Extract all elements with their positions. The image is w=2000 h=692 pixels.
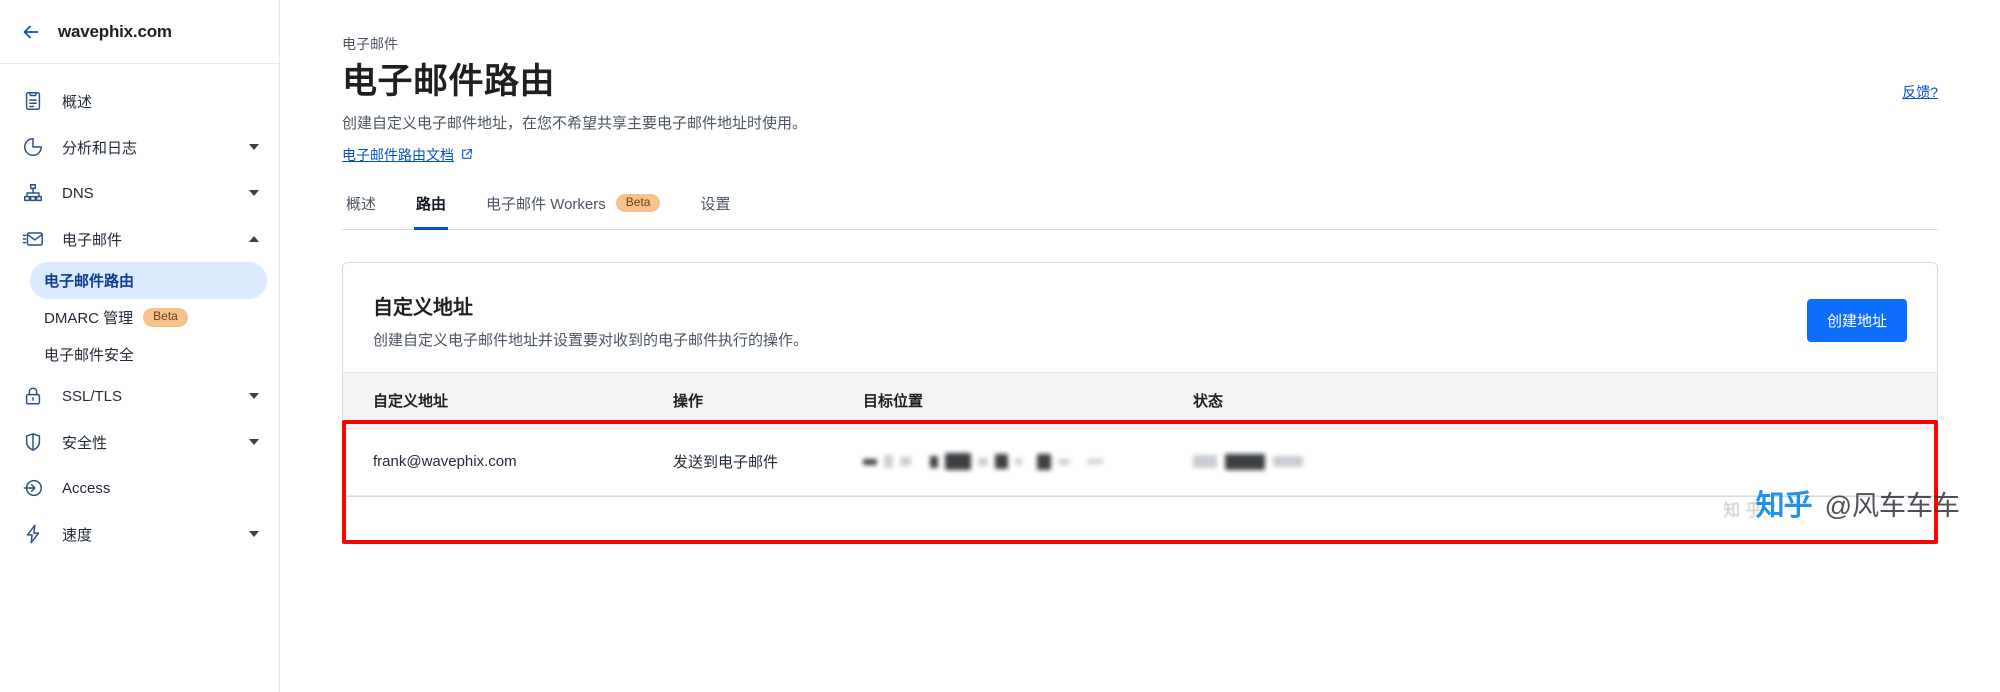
column-header-status: 状态 [1193,371,1937,429]
redaction-blocks [863,451,1193,473]
page-title: 电子邮件路由 [342,62,556,101]
sidebar-item-label: 分析和日志 [62,139,138,157]
tab-label: 电子邮件 Workers [486,195,606,213]
tab-label: 路由 [416,195,447,213]
sidebar-item-email[interactable]: 电子邮件 [0,216,279,262]
tab-routing[interactable]: 路由 [414,187,449,230]
column-header-action: 操作 [673,371,863,429]
cell-action: 发送到电子邮件 [673,428,863,496]
beta-badge: Beta [615,194,661,213]
sidebar-item-overview[interactable]: 概述 [0,78,279,124]
sidebar-header: wavephix.com [0,0,279,64]
main-inner: 电子邮件 电子邮件路由 反馈? 创建自定义电子邮件地址，在您不希望共享主要电子邮… [280,34,2000,544]
sidebar-subitem-label: DMARC 管理 [44,310,134,327]
sidebar-item-email-security[interactable]: 电子邮件安全 [30,336,267,373]
card-description: 创建自定义电子邮件地址并设置要对收到的电子邮件执行的操作。 [373,331,809,349]
tab-label: 设置 [700,195,731,213]
tab-label: 概述 [346,195,377,213]
chevron-down-icon[interactable] [249,393,259,399]
app-root: wavephix.com 概述 分析和日志 DNS 电子邮件 电子邮件路由 DM… [0,0,2000,692]
sidebar-item-dns[interactable]: DNS [0,170,279,216]
table-head: 自定义地址 操作 目标位置 状态 [343,371,1937,429]
card-header: 自定义地址 创建自定义电子邮件地址并设置要对收到的电子邮件执行的操作。 创建地址 [343,263,1937,372]
chevron-down-icon[interactable] [249,190,259,196]
main-content: 电子邮件 电子邮件路由 反馈? 创建自定义电子邮件地址，在您不希望共享主要电子邮… [280,0,2000,692]
column-header-destination: 目标位置 [863,371,1193,429]
tab-settings[interactable]: 设置 [698,187,732,230]
column-header-address: 自定义地址 [343,371,673,429]
pie-chart-icon [22,136,44,158]
external-link-icon [460,148,473,161]
sidebar-item-label: 概述 [62,93,93,111]
cell-destination-redacted [863,428,1193,496]
card-header-text: 自定义地址 创建自定义电子邮件地址并设置要对收到的电子邮件执行的操作。 [373,291,808,350]
feedback-link[interactable]: 反馈? [1902,82,1938,102]
arrow-left-icon[interactable] [20,21,42,43]
clipboard-icon [22,90,44,112]
beta-badge: Beta [143,308,188,327]
watermark-handle: @风车车车 [1824,490,1960,521]
breadcrumb: 电子邮件 [342,36,398,52]
page-description: 创建自定义电子邮件地址，在您不希望共享主要电子邮件地址时使用。 [342,114,808,132]
sidebar-subitem-label: 电子邮件路由 [44,273,135,290]
email-routing-docs-link[interactable]: 电子邮件路由文档 [342,145,473,165]
sidebar-item-analytics-logs[interactable]: 分析和日志 [0,124,279,170]
sidebar-item-ssl-tls[interactable]: SSL/TLS [0,373,279,419]
table-row[interactable]: frank@wavephix.com 发送到电子邮件 [343,428,1937,496]
card-title: 自定义地址 [373,296,473,319]
email-icon [22,228,44,250]
chevron-down-icon[interactable] [249,144,259,150]
chevron-up-icon[interactable] [249,236,259,242]
sidebar-item-label: SSL/TLS [62,387,123,405]
lock-icon [22,385,44,407]
sidebar-nav: 概述 分析和日志 DNS 电子邮件 电子邮件路由 DMARC 管理 Beta 电… [0,64,279,557]
title-row: 电子邮件路由 反馈? [342,60,1938,104]
custom-addresses-table: 自定义地址 操作 目标位置 状态 frank@wavephix.com 发送到电… [343,371,1937,496]
sidebar-item-email-routing[interactable]: 电子邮件路由 [30,262,267,299]
sidebar-item-label: DNS [62,184,94,202]
bolt-icon [22,523,44,545]
table-body: frank@wavephix.com 发送到电子邮件 [343,428,1937,496]
sidebar-item-label: 电子邮件 [62,231,123,249]
sidebar-subitem-label: 电子邮件安全 [44,347,135,364]
doc-link-label: 电子邮件路由文档 [342,146,454,163]
access-icon [22,477,44,499]
zhihu-logo: 知乎 [1755,488,1813,522]
chevron-down-icon[interactable] [249,531,259,537]
table-header-row: 自定义地址 操作 目标位置 状态 [343,371,1937,429]
sidebar: wavephix.com 概述 分析和日志 DNS 电子邮件 电子邮件路由 DM… [0,0,280,692]
custom-addresses-card: 自定义地址 创建自定义电子邮件地址并设置要对收到的电子邮件执行的操作。 创建地址… [342,261,1938,544]
status-redaction-blocks [1193,449,1937,475]
cell-address: frank@wavephix.com [343,428,673,496]
sidebar-item-label: Access [62,479,111,497]
sidebar-item-label: 安全性 [62,434,108,452]
dns-tree-icon [22,182,44,204]
watermark: 知乎 @风车车车 [1756,482,1960,524]
chevron-down-icon[interactable] [249,439,259,445]
sidebar-item-access[interactable]: Access [0,465,279,511]
sidebar-domain-name[interactable]: wavephix.com [58,22,172,42]
tab-email-workers[interactable]: 电子邮件 Workers Beta [484,187,662,230]
shield-icon [22,431,44,453]
tab-bar: 概述 路由 电子邮件 Workers Beta 设置 [342,187,1938,230]
sidebar-item-security[interactable]: 安全性 [0,419,279,465]
doc-link-row: 电子邮件路由文档 [342,145,1938,165]
sidebar-item-speed[interactable]: 速度 [0,511,279,557]
tab-overview[interactable]: 概述 [344,187,378,230]
sidebar-item-dmarc-management[interactable]: DMARC 管理 Beta [30,299,267,336]
sidebar-item-label: 速度 [62,526,93,544]
create-address-button[interactable]: 创建地址 [1806,298,1907,342]
